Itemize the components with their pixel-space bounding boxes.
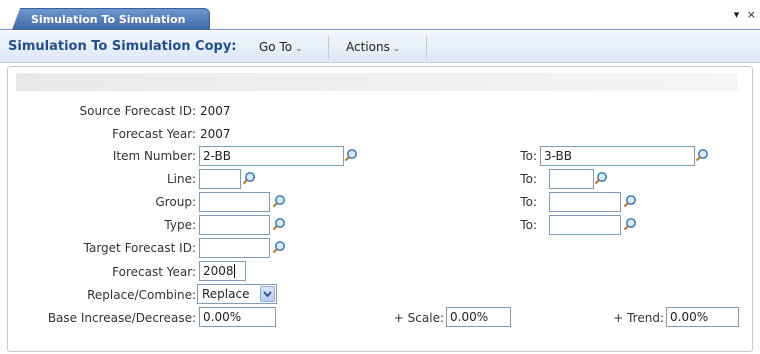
magnifier-icon[interactable] [272, 240, 286, 254]
toolbar-divider [328, 36, 329, 58]
type-from-input[interactable] [199, 215, 270, 235]
type-label: Type: [164, 218, 196, 232]
magnifier-icon[interactable] [242, 171, 256, 185]
chevron-down-icon[interactable] [260, 286, 275, 302]
base-increase-input[interactable]: 0.00% [199, 307, 276, 327]
line-to-label: To: [520, 172, 537, 186]
source-forecast-id-value: 2007 [200, 104, 231, 118]
target-forecast-id-label: Target Forecast ID: [83, 241, 196, 255]
magnifier-icon[interactable] [623, 217, 637, 231]
trend-input[interactable]: 0.00% [666, 307, 739, 327]
page-title: Simulation To Simulation Copy: [8, 39, 237, 54]
tab-simulation-copy[interactable]: Simulation To Simulation Copy [12, 8, 210, 30]
toolbar: Simulation To Simulation Copy: Go To ⌄ Ac… [0, 31, 760, 63]
item-number-label: Item Number: [112, 149, 196, 163]
magnifier-icon[interactable] [344, 148, 358, 162]
source-forecast-id-label: Source Forecast ID: [79, 104, 196, 118]
line-from-input[interactable] [199, 169, 241, 189]
item-number-to-input[interactable]: 3-BB [540, 146, 695, 166]
close-icon[interactable]: × [747, 8, 756, 21]
line-label: Line: [166, 172, 196, 186]
magnifier-icon[interactable] [695, 148, 709, 162]
magnifier-icon[interactable] [594, 171, 608, 185]
item-number-to-label: To: [520, 149, 537, 163]
group-to-label: To: [520, 195, 537, 209]
forecast-year-target-input[interactable]: 2008 [199, 261, 246, 281]
magnifier-icon[interactable] [623, 194, 637, 208]
scale-input[interactable]: 0.00% [446, 307, 511, 327]
toolbar-divider [426, 36, 427, 58]
target-forecast-id-input[interactable] [199, 238, 270, 258]
chevron-down-icon: ⌄ [295, 44, 303, 54]
text-cursor [234, 264, 235, 278]
magnifier-icon[interactable] [272, 217, 286, 231]
type-to-label: To: [520, 218, 537, 232]
goto-menu[interactable]: Go To ⌄ [259, 40, 303, 54]
tab-controls: ▾ × [730, 8, 756, 21]
replace-combine-select[interactable]: Replace [197, 284, 277, 304]
replace-combine-value: Replace [202, 287, 250, 301]
tab-strip: Simulation To Simulation Copy ▾ × [0, 0, 760, 30]
forecast-year-source-value: 2007 [200, 127, 231, 141]
actions-menu[interactable]: Actions ⌄ [346, 40, 400, 54]
replace-combine-label: Replace/Combine: [87, 288, 196, 302]
item-number-from-input[interactable]: 2-BB [199, 146, 344, 166]
goto-label: Go To [259, 40, 293, 54]
chevron-down-icon: ⌄ [392, 44, 401, 54]
group-from-input[interactable] [199, 192, 270, 212]
tab-menu-icon[interactable]: ▾ [734, 8, 740, 21]
line-to-input[interactable] [549, 169, 594, 189]
group-label: Group: [155, 195, 196, 209]
group-to-input[interactable] [549, 192, 621, 212]
scale-label: + Scale: [393, 311, 444, 325]
actions-label: Actions [346, 40, 390, 54]
magnifier-icon[interactable] [272, 194, 286, 208]
base-increase-label: Base Increase/Decrease: [47, 311, 196, 325]
trend-label: + Trend: [613, 311, 664, 325]
type-to-input[interactable] [549, 215, 621, 235]
forecast-year-source-label: Forecast Year: [112, 127, 196, 141]
panel-header-bar [16, 73, 738, 91]
forecast-year-target-label: Forecast Year: [112, 265, 196, 279]
